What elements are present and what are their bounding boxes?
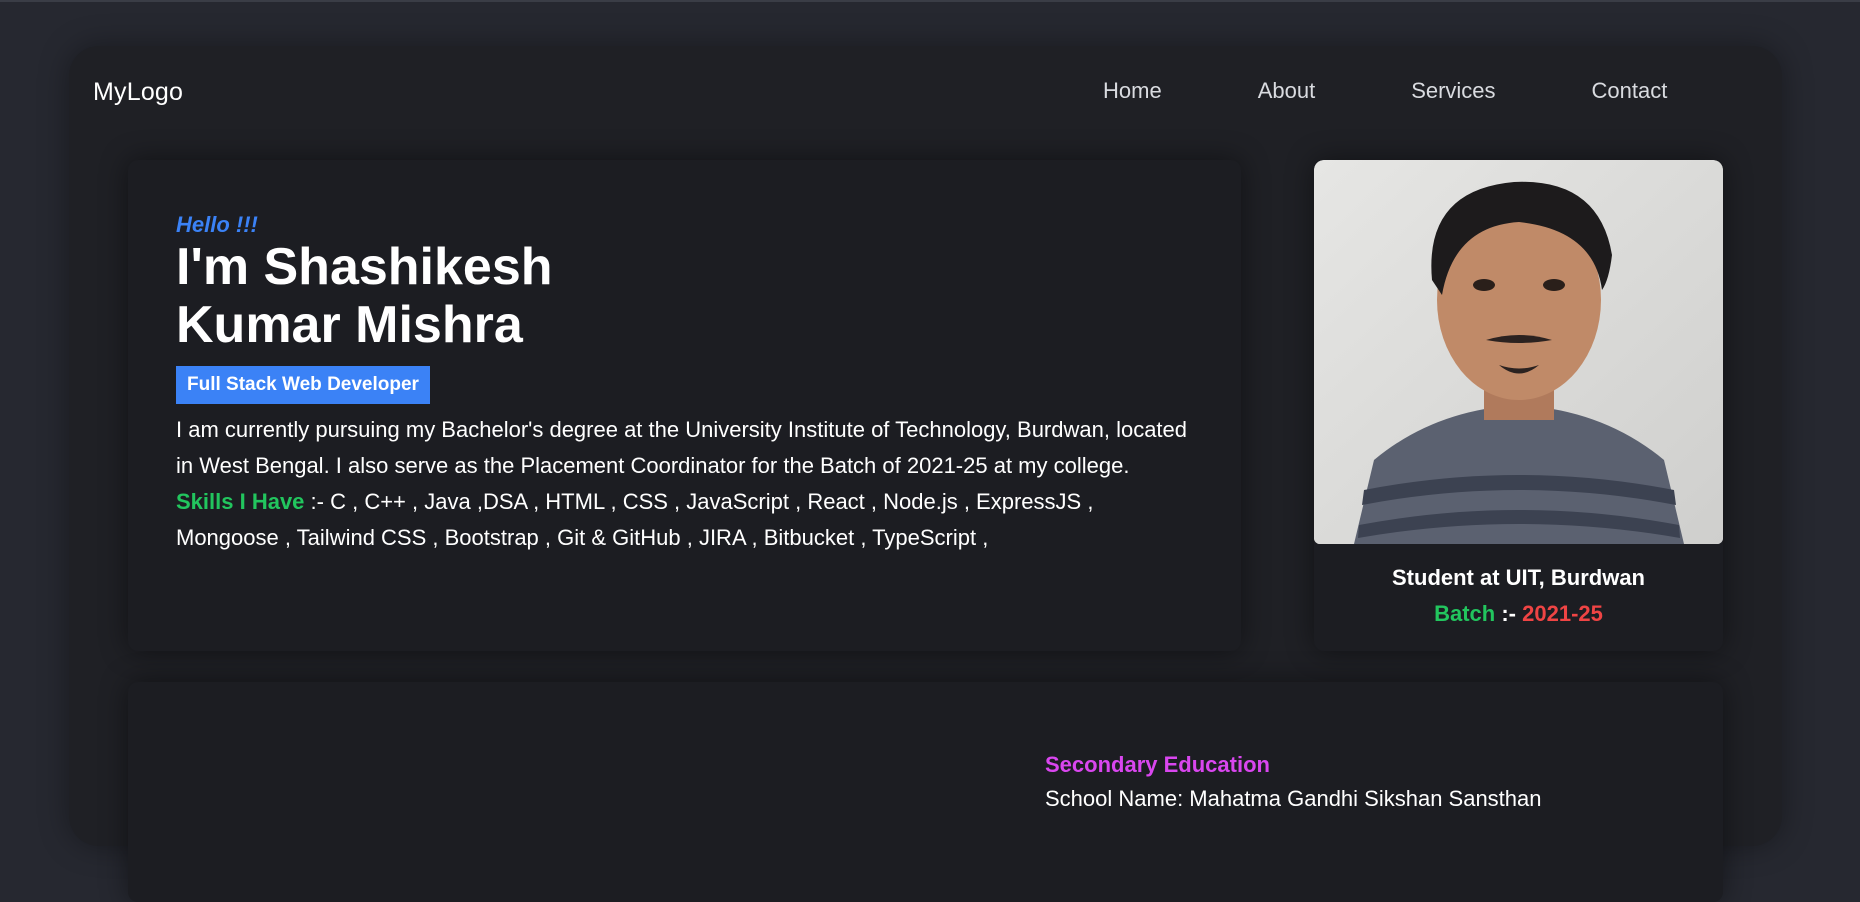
nav-link-services[interactable]: Services xyxy=(1411,78,1495,104)
name-heading-line-2: Kumar Mishra xyxy=(176,296,523,354)
batch-separator: :- xyxy=(1495,601,1523,626)
profile-photo xyxy=(1314,160,1723,544)
name-heading-line-1: I'm Shashikesh xyxy=(176,238,553,296)
batch-value: 2021-25 xyxy=(1522,601,1603,626)
batch-label: Batch xyxy=(1434,601,1496,626)
education-card: Secondary Education School Name: Mahatma… xyxy=(128,682,1723,902)
portfolio-frame: MyLogo Home About Services Contact Hello… xyxy=(69,46,1782,902)
bio-text: I am currently pursuing my Bachelor's de… xyxy=(176,417,1188,478)
profile-title: Student at UIT, Burdwan xyxy=(1392,565,1645,590)
intro-content: Hello !!! I'm Shashikesh Kumar Mishra Fu… xyxy=(176,212,1196,556)
nav-links: Home About Services Contact xyxy=(1103,78,1667,104)
nav-link-contact[interactable]: Contact xyxy=(1592,78,1668,104)
greeting-text: Hello !!! xyxy=(176,212,258,237)
skills-list: :- C , C++ , Java ,DSA , HTML , CSS , Ja… xyxy=(176,489,1094,550)
profile-card: Student at UIT, Burdwan Batch :- 2021-25 xyxy=(1314,160,1723,651)
profile-photo-illustration xyxy=(1314,160,1723,544)
role-badge: Full Stack Web Developer xyxy=(176,366,430,404)
nav-link-about[interactable]: About xyxy=(1258,78,1316,104)
skills-label: Skills I Have xyxy=(176,489,305,514)
nav-link-home[interactable]: Home xyxy=(1103,78,1162,104)
school-name: School Name: Mahatma Gandhi Sikshan Sans… xyxy=(1045,786,1542,811)
bio-section: I am currently pursuing my Bachelor's de… xyxy=(176,412,1196,556)
navbar: MyLogo Home About Services Contact xyxy=(69,46,1782,138)
profile-caption: Student at UIT, Burdwan Batch :- 2021-25 xyxy=(1314,560,1723,632)
site-logo[interactable]: MyLogo xyxy=(93,78,183,107)
batch-line: Batch :- 2021-25 xyxy=(1314,596,1723,632)
education-title: Secondary Education xyxy=(1045,752,1270,777)
window-top-border xyxy=(0,0,1860,2)
intro-card: Hello !!! I'm Shashikesh Kumar Mishra Fu… xyxy=(128,160,1241,651)
